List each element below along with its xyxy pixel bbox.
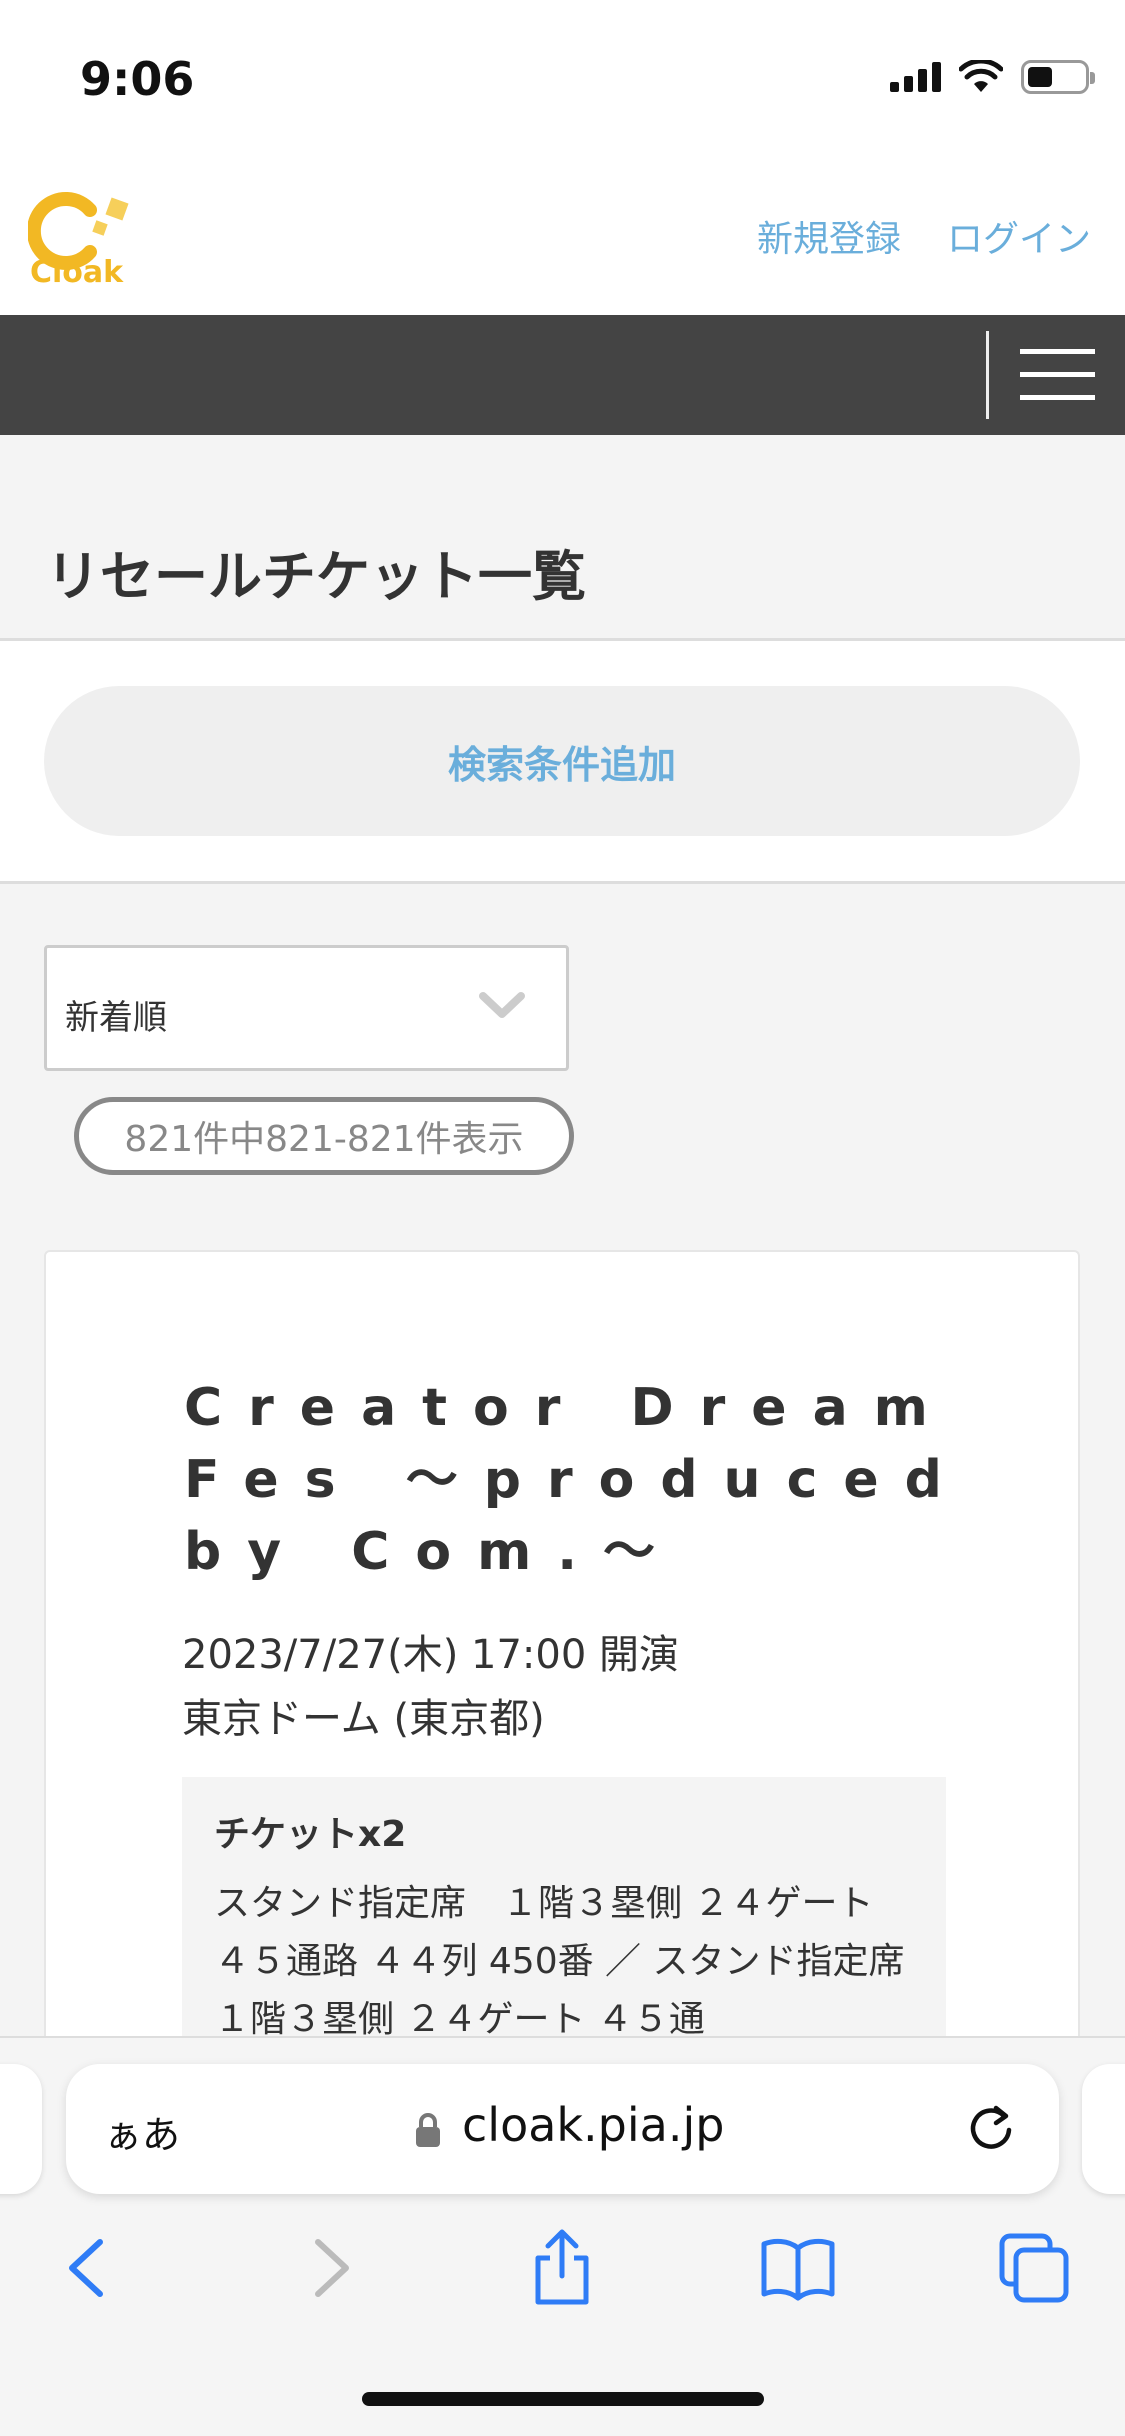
bookmarks-icon[interactable] <box>758 2228 838 2308</box>
header-links: 新規登録 ログイン <box>757 210 1091 262</box>
add-search-conditions-button[interactable]: 検索条件追加 <box>44 686 1080 836</box>
event-venue: 東京ドーム (東京都) <box>182 1696 545 1742</box>
logo-text: Cloak <box>30 255 124 290</box>
site-header: Cloak 新規登録 ログイン <box>0 150 1125 315</box>
hamburger-menu-icon[interactable] <box>1020 349 1095 401</box>
event-title[interactable]: Creator Dream Fes ～produced by Com.～ <box>184 1372 984 1588</box>
previous-tab-preview[interactable] <box>0 2064 42 2194</box>
home-indicator[interactable] <box>362 2392 764 2406</box>
divider <box>0 881 1125 884</box>
login-link[interactable]: ログイン <box>947 210 1091 262</box>
status-icons <box>890 60 1095 94</box>
battery-icon <box>1021 60 1095 94</box>
status-time: 9:06 <box>80 52 195 106</box>
search-section: 検索条件追加 <box>0 641 1125 881</box>
nav-bar <box>0 315 1125 435</box>
register-link[interactable]: 新規登録 <box>757 210 901 262</box>
event-date: 2023/7/27(木) 17:00 開演 <box>182 1632 680 1678</box>
forward-icon[interactable] <box>290 2228 370 2308</box>
tabs-icon[interactable] <box>994 2228 1074 2308</box>
chevron-down-icon <box>479 992 525 1018</box>
address-bar[interactable]: ぁあ cloak.pia.jp <box>66 2064 1059 2194</box>
text-size-button[interactable]: ぁあ <box>104 2104 180 2159</box>
cellular-signal-icon <box>890 62 941 92</box>
back-icon[interactable] <box>48 2228 128 2308</box>
url-text: cloak.pia.jp <box>462 2098 725 2152</box>
lock-icon <box>416 2113 440 2147</box>
result-count-badge: 821件中821-821件表示 <box>74 1097 574 1175</box>
wifi-icon <box>959 60 1003 92</box>
ticket-count: チケットx2 <box>214 1814 407 1855</box>
sort-selected-value: 新着順 <box>65 998 167 1038</box>
page-title: リセールチケット一覧 <box>46 545 586 608</box>
share-icon[interactable] <box>522 2228 602 2308</box>
ticket-listing-card[interactable]: Creator Dream Fes ～produced by Com.～ 202… <box>44 1250 1080 2150</box>
reload-icon[interactable] <box>964 2102 1018 2156</box>
nav-divider <box>986 331 989 419</box>
browser-toolbar: ぁあ cloak.pia.jp <box>0 2036 1125 2436</box>
sort-order-select[interactable]: 新着順 <box>44 945 569 1071</box>
next-tab-preview[interactable] <box>1082 2064 1125 2194</box>
seat-info: スタンド指定席 １階３塁側 ２４ゲート ４５通路 ４４列 450番 ／ スタンド… <box>214 1883 941 2040</box>
status-bar: 9:06 <box>0 0 1125 150</box>
